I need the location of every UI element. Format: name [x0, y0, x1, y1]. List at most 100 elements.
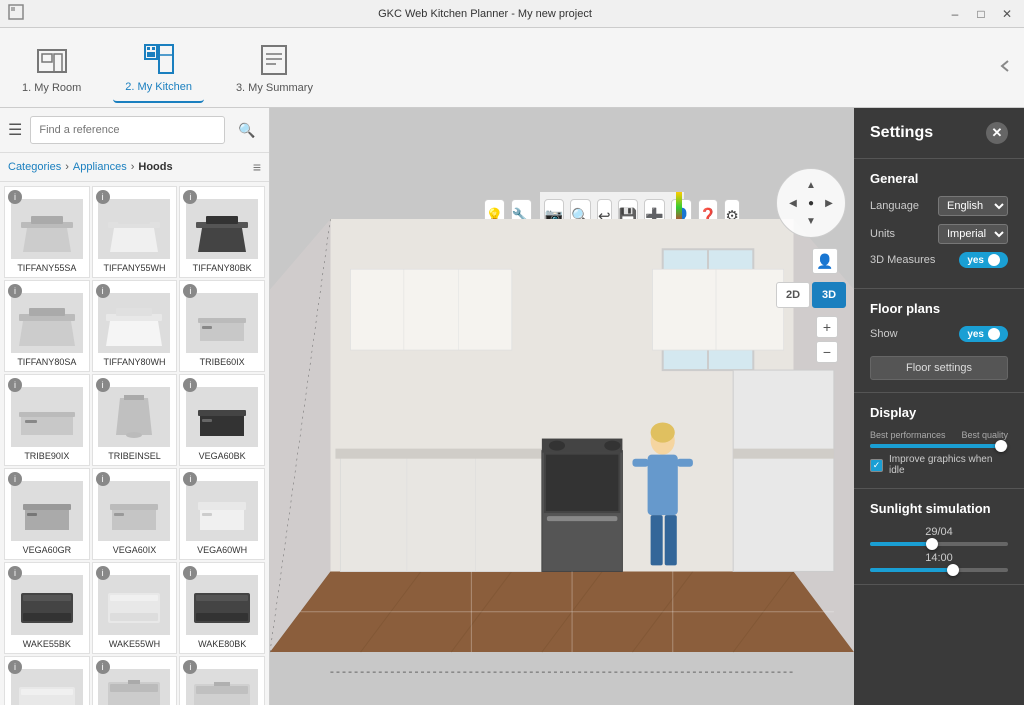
summary-icon — [256, 42, 292, 78]
product-image — [11, 575, 83, 635]
tab-kitchen[interactable]: 2. My Kitchen — [113, 33, 204, 103]
info-icon[interactable]: i — [96, 378, 110, 392]
search-input[interactable] — [30, 116, 225, 144]
collapse-panel-button[interactable] — [998, 58, 1014, 77]
settings-floorplans-section: Floor plans Show yes Floor settings — [854, 289, 1024, 393]
info-icon[interactable]: i — [96, 190, 110, 204]
settings-header: Settings ✕ — [854, 108, 1024, 159]
product-image — [11, 481, 83, 541]
tab-kitchen-label: 2. My Kitchen — [125, 81, 192, 93]
info-icon[interactable]: i — [8, 566, 22, 580]
nav-compass[interactable]: ▲ ◀ ● ▶ ▼ — [776, 168, 846, 238]
list-item[interactable]: i TRIBEINSEL — [92, 374, 178, 466]
compass-left[interactable]: ◀ — [784, 194, 802, 212]
time-slider-thumb[interactable] — [947, 564, 959, 576]
list-item[interactable]: i TIFFANY80WH — [92, 280, 178, 372]
settings-title: Settings — [870, 124, 933, 142]
quality-slider-row: Best performances Best quality — [870, 430, 1008, 448]
language-select[interactable]: English French Spanish — [938, 196, 1008, 216]
info-icon[interactable]: i — [8, 284, 22, 298]
sidebar-search-header: ☰ 🔍 — [0, 108, 269, 153]
list-item[interactable]: i VEGA60IX — [92, 468, 178, 560]
titlebar: GKC Web Kitchen Planner - My new project… — [0, 0, 1024, 28]
compass-down[interactable]: ▼ — [802, 212, 820, 230]
list-item[interactable]: i VEGA60GR — [4, 468, 90, 560]
tab-summary[interactable]: 3. My Summary — [224, 34, 325, 102]
view-2d-button[interactable]: 2D — [776, 282, 810, 308]
zoom-in-button[interactable]: + — [816, 316, 838, 338]
product-image — [98, 669, 170, 705]
list-item[interactable]: i VEGA60BK — [179, 374, 265, 466]
list-item[interactable]: i TIFFANY80SA — [4, 280, 90, 372]
list-item[interactable]: i TIFFANY80BK — [179, 186, 265, 278]
product-image — [11, 199, 83, 259]
tab-room[interactable]: 1. My Room — [10, 34, 93, 102]
show-toggle[interactable]: yes — [959, 326, 1008, 342]
quality-labels: Best performances Best quality — [870, 430, 1008, 440]
time-slider[interactable] — [870, 568, 1008, 572]
info-icon[interactable]: i — [96, 472, 110, 486]
app-title: GKC Web Kitchen Planner - My new project — [378, 8, 592, 20]
product-name: WAKE55BK — [23, 639, 71, 649]
list-item[interactable]: i WAKE55BK — [4, 562, 90, 654]
view-3d-button[interactable]: 3D — [812, 282, 846, 308]
hamburger-menu-icon[interactable]: ☰ — [8, 120, 22, 140]
product-image — [186, 199, 258, 259]
search-button[interactable]: 🔍 — [233, 116, 261, 144]
close-button[interactable]: ✕ — [998, 5, 1016, 23]
product-name: TIFFANY55SA — [17, 263, 76, 273]
list-item[interactable]: i TIFFANY55SA — [4, 186, 90, 278]
quality-slider-thumb[interactable] — [995, 440, 1007, 452]
show-toggle-label: yes — [967, 329, 984, 340]
settings-sunlight-section: Sunlight simulation 29/04 14:00 — [854, 489, 1024, 585]
floor-settings-button[interactable]: Floor settings — [870, 356, 1008, 380]
compass-right[interactable]: ▶ — [820, 194, 838, 212]
product-name: TRIBE60IX — [200, 357, 245, 367]
info-icon[interactable]: i — [8, 190, 22, 204]
list-item[interactable]: i WAKE80BK — [179, 562, 265, 654]
list-item[interactable]: i X66163MD10 — [179, 656, 265, 705]
tab-summary-label: 3. My Summary — [236, 82, 313, 94]
breadcrumb-appliances[interactable]: Appliances — [73, 161, 127, 173]
product-name: TRIBE90IX — [24, 451, 69, 461]
measures-toggle[interactable]: yes — [959, 252, 1008, 268]
list-item[interactable]: i TRIBE60IX — [179, 280, 265, 372]
list-item[interactable]: i TIFFANY55WH — [92, 186, 178, 278]
compass-nw — [784, 176, 802, 194]
date-slider[interactable] — [870, 542, 1008, 546]
improve-checkbox[interactable]: ✓ — [870, 459, 883, 472]
settings-general-section: General Language English French Spanish … — [854, 159, 1024, 289]
minimize-button[interactable]: – — [946, 5, 964, 23]
settings-close-button[interactable]: ✕ — [986, 122, 1008, 144]
compass-center[interactable]: ● — [802, 194, 820, 212]
list-item[interactable]: i WAKE55WH — [92, 562, 178, 654]
viewport[interactable]: 💡 🔧 📷 🔍 ↩ 💾 ➕ 👤 ❓ ⚙ — [270, 108, 854, 705]
quality-slider[interactable] — [870, 444, 1008, 448]
product-name: VEGA60IX — [113, 545, 157, 555]
list-item[interactable]: i WAKE80WH — [4, 656, 90, 705]
zoom-controls: + − — [816, 316, 838, 363]
list-view-button[interactable]: ≡ — [253, 159, 261, 175]
info-icon[interactable]: i — [8, 660, 22, 674]
units-select[interactable]: Imperial Metric — [938, 224, 1008, 244]
person-scale-button[interactable]: 👤 — [812, 248, 838, 274]
list-item[interactable]: i VEGA60WH — [179, 468, 265, 560]
info-icon[interactable]: i — [8, 378, 22, 392]
info-icon[interactable]: i — [96, 566, 110, 580]
maximize-button[interactable]: □ — [972, 5, 990, 23]
info-icon[interactable]: i — [96, 284, 110, 298]
language-row: Language English French Spanish — [870, 196, 1008, 216]
units-label: Units — [870, 228, 895, 240]
compass-up[interactable]: ▲ — [802, 176, 820, 194]
window-controls[interactable]: – □ ✕ — [946, 5, 1016, 23]
product-image — [11, 293, 83, 353]
show-label: Show — [870, 328, 898, 340]
list-item[interactable]: i X59263MD20 — [92, 656, 178, 705]
zoom-out-button[interactable]: − — [816, 341, 838, 363]
info-icon[interactable]: i — [96, 660, 110, 674]
date-slider-thumb[interactable] — [926, 538, 938, 550]
kitchen-scene[interactable] — [270, 156, 854, 705]
list-item[interactable]: i TRIBE90IX — [4, 374, 90, 466]
info-icon[interactable]: i — [8, 472, 22, 486]
breadcrumb-categories[interactable]: Categories — [8, 161, 61, 173]
